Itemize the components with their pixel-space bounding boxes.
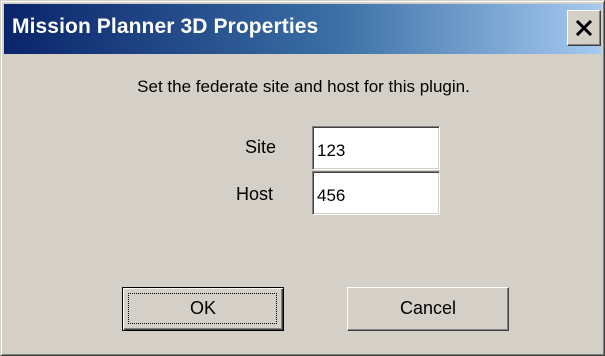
host-input[interactable] xyxy=(312,171,440,215)
site-label: Site xyxy=(245,137,277,157)
ok-button[interactable]: OK xyxy=(122,287,284,331)
site-input[interactable] xyxy=(312,126,440,170)
cancel-button-label: Cancel xyxy=(399,298,457,318)
title-bar[interactable]: Mission Planner 3D Properties xyxy=(4,4,601,54)
host-label: Host xyxy=(236,184,274,204)
close-icon xyxy=(576,20,592,36)
instruction-text: Set the federate site and host for this … xyxy=(137,77,470,96)
properties-dialog: Mission Planner 3D Properties Set the fe… xyxy=(0,0,605,356)
window-title: Mission Planner 3D Properties xyxy=(12,15,319,38)
cancel-button[interactable]: Cancel xyxy=(347,287,509,331)
close-button[interactable] xyxy=(567,10,601,46)
ok-button-label: OK xyxy=(189,298,216,318)
